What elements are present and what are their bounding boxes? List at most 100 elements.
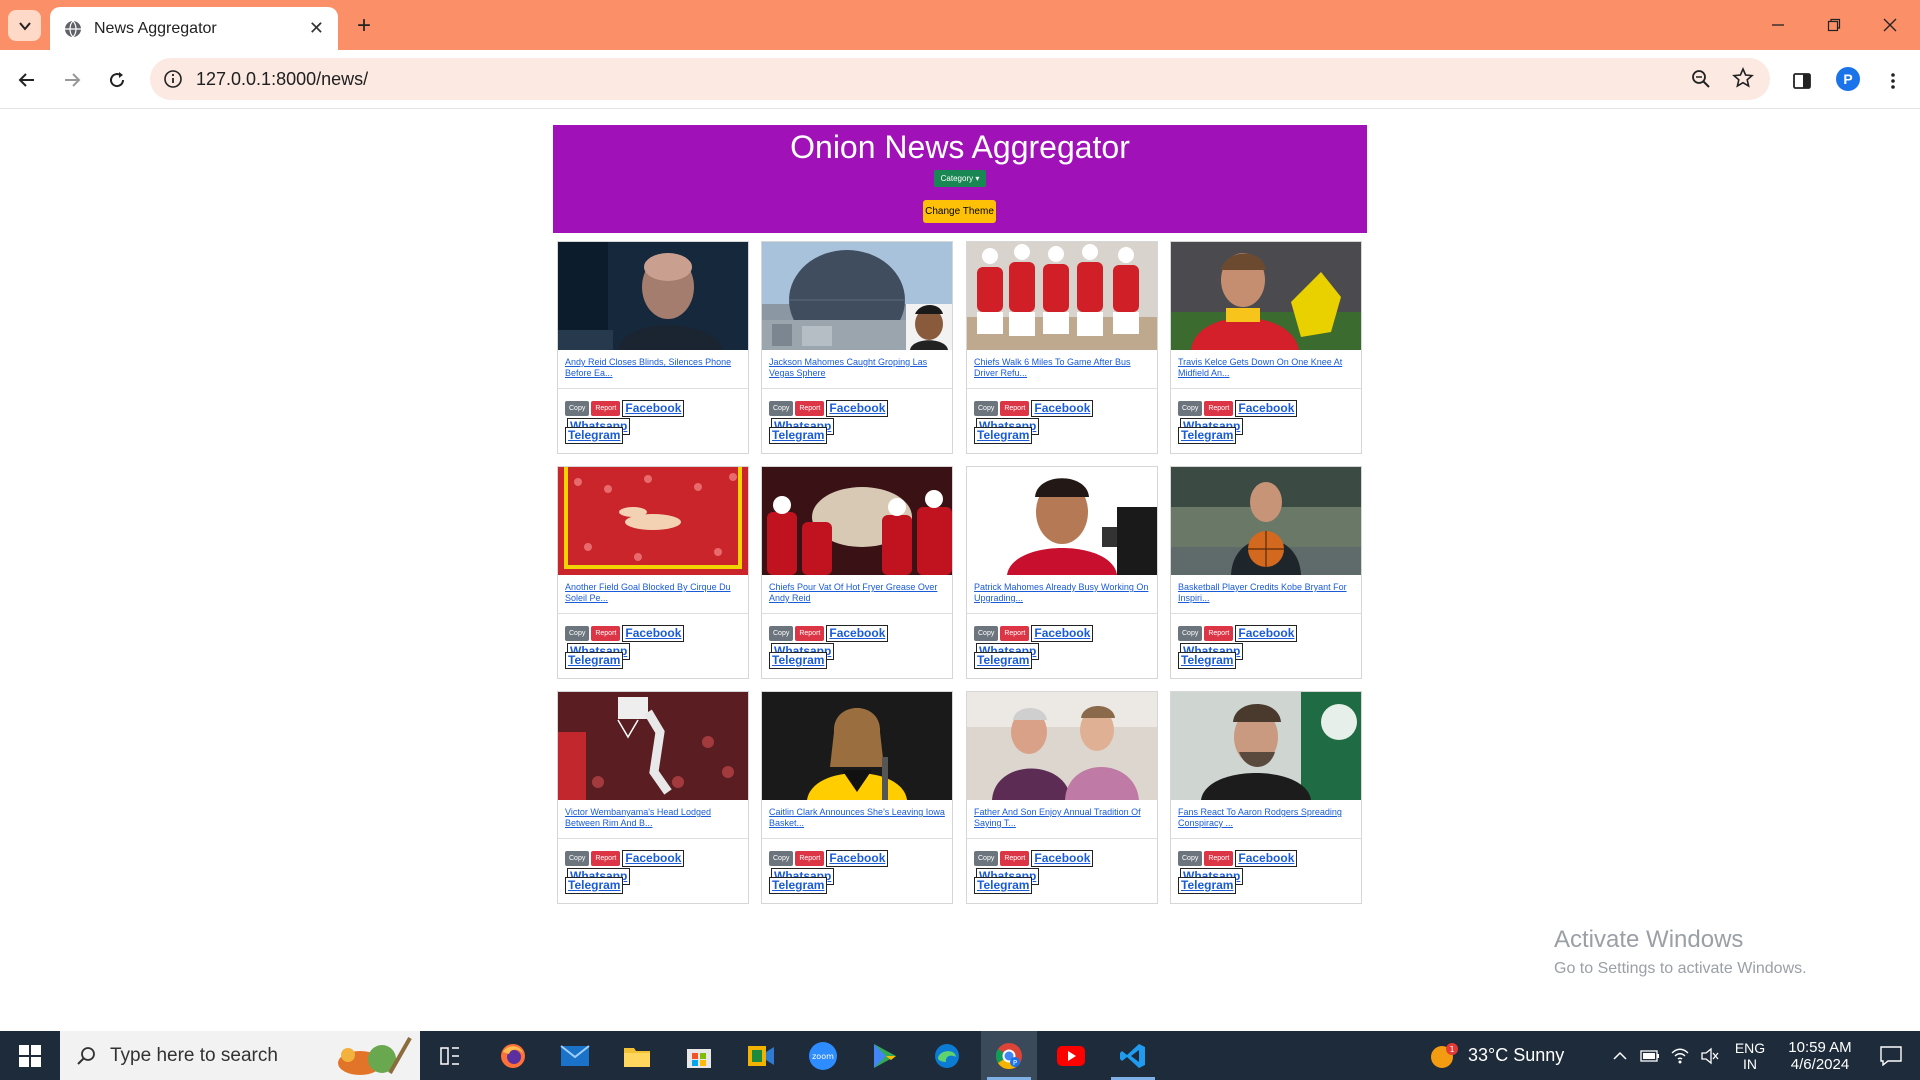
file-explorer-taskbar-button[interactable] (609, 1031, 665, 1080)
store-taskbar-button[interactable] (671, 1031, 727, 1080)
news-image[interactable] (967, 467, 1157, 575)
address-bar[interactable]: 127.0.0.1:8000/news/ (150, 58, 1770, 100)
telegram-share-link[interactable]: Telegram (565, 652, 624, 669)
volume-button[interactable] (1695, 1031, 1725, 1080)
facebook-share-link[interactable]: Facebook (1031, 625, 1094, 643)
meet-taskbar-button[interactable] (733, 1031, 789, 1080)
telegram-share-link[interactable]: Telegram (565, 427, 624, 444)
side-panel-button[interactable] (1789, 68, 1815, 94)
facebook-share-link[interactable]: Facebook (1031, 400, 1094, 418)
profile-avatar[interactable]: P (1836, 67, 1860, 91)
mail-taskbar-button[interactable] (547, 1031, 603, 1080)
facebook-share-link[interactable]: Facebook (622, 400, 685, 418)
report-button[interactable]: Report (1204, 626, 1234, 642)
play-store-taskbar-button[interactable] (857, 1031, 913, 1080)
facebook-share-link[interactable]: Facebook (826, 625, 889, 643)
news-headline-link[interactable]: Caitlin Clark Announces She's Leaving Io… (769, 807, 947, 829)
news-image[interactable] (558, 467, 748, 575)
news-image[interactable] (1171, 467, 1361, 575)
telegram-share-link[interactable]: Telegram (974, 877, 1033, 894)
news-headline-link[interactable]: Another Field Goal Blocked By Cirque Du … (565, 582, 743, 604)
facebook-share-link[interactable]: Facebook (1235, 400, 1298, 418)
report-button[interactable]: Report (1204, 851, 1234, 867)
copy-button[interactable]: Copy (565, 626, 590, 642)
news-image[interactable] (1171, 692, 1361, 800)
copy-button[interactable]: Copy (565, 401, 590, 417)
news-headline-link[interactable]: Chiefs Pour Vat Of Hot Fryer Grease Over… (769, 582, 947, 604)
news-image[interactable] (762, 692, 952, 800)
report-button[interactable]: Report (795, 851, 825, 867)
change-theme-button[interactable]: Change Theme (923, 200, 996, 223)
facebook-share-link[interactable]: Facebook (1031, 850, 1094, 868)
notifications-button[interactable] (1868, 1031, 1914, 1080)
firefox-taskbar-button[interactable] (485, 1031, 541, 1080)
news-headline-link[interactable]: Patrick Mahomes Already Busy Working On … (974, 582, 1152, 604)
bookmark-star-icon[interactable] (1732, 67, 1754, 89)
taskbar-search-box[interactable]: Type here to search (60, 1031, 420, 1080)
news-headline-link[interactable]: Victor Wembanyama's Head Lodged Between … (565, 807, 743, 829)
copy-button[interactable]: Copy (769, 626, 794, 642)
tray-overflow-button[interactable] (1605, 1031, 1635, 1080)
copy-button[interactable]: Copy (1178, 851, 1203, 867)
report-button[interactable]: Report (1000, 851, 1030, 867)
news-image[interactable] (558, 242, 748, 350)
news-headline-link[interactable]: Fans React To Aaron Rodgers Spreading Co… (1178, 807, 1356, 829)
facebook-share-link[interactable]: Facebook (622, 850, 685, 868)
new-tab-button[interactable]: + (350, 12, 378, 40)
category-dropdown-button[interactable]: Category ▾ (934, 170, 986, 187)
report-button[interactable]: Report (1000, 401, 1030, 417)
report-button[interactable]: Report (1204, 401, 1234, 417)
telegram-share-link[interactable]: Telegram (974, 652, 1033, 669)
restore-button[interactable] (1806, 0, 1862, 50)
zoom-taskbar-button[interactable]: zoom (795, 1031, 851, 1080)
tab-close-icon[interactable]: ✕ (309, 18, 324, 39)
facebook-share-link[interactable]: Facebook (826, 400, 889, 418)
weather-widget[interactable]: 1 33°C Sunny (1430, 1031, 1630, 1080)
task-view-button[interactable] (422, 1031, 478, 1080)
news-image[interactable] (558, 692, 748, 800)
battery-button[interactable] (1635, 1031, 1665, 1080)
telegram-share-link[interactable]: Telegram (769, 877, 828, 894)
facebook-share-link[interactable]: Facebook (622, 625, 685, 643)
copy-button[interactable]: Copy (1178, 401, 1203, 417)
report-button[interactable]: Report (591, 851, 621, 867)
zoom-icon[interactable] (1690, 68, 1712, 90)
news-image[interactable] (1171, 242, 1361, 350)
report-button[interactable]: Report (591, 401, 621, 417)
reload-button[interactable] (102, 65, 132, 95)
telegram-share-link[interactable]: Telegram (769, 652, 828, 669)
copy-button[interactable]: Copy (1178, 626, 1203, 642)
news-headline-link[interactable]: Andy Reid Closes Blinds, Silences Phone … (565, 357, 743, 379)
copy-button[interactable]: Copy (974, 401, 999, 417)
report-button[interactable]: Report (795, 401, 825, 417)
browser-tab[interactable]: News Aggregator ✕ (50, 7, 338, 50)
network-button[interactable] (1665, 1031, 1695, 1080)
vscode-taskbar-button[interactable] (1105, 1031, 1161, 1080)
copy-button[interactable]: Copy (769, 401, 794, 417)
clock[interactable]: 10:59 AM 4/6/2024 (1775, 1031, 1865, 1080)
news-image[interactable] (762, 467, 952, 575)
copy-button[interactable]: Copy (974, 851, 999, 867)
facebook-share-link[interactable]: Facebook (826, 850, 889, 868)
news-image[interactable] (762, 242, 952, 350)
copy-button[interactable]: Copy (974, 626, 999, 642)
tab-search-button[interactable] (8, 10, 41, 41)
news-headline-link[interactable]: Father And Son Enjoy Annual Tradition Of… (974, 807, 1152, 829)
youtube-taskbar-button[interactable] (1043, 1031, 1099, 1080)
news-headline-link[interactable]: Travis Kelce Gets Down On One Knee At Mi… (1178, 357, 1356, 379)
telegram-share-link[interactable]: Telegram (769, 427, 828, 444)
copy-button[interactable]: Copy (769, 851, 794, 867)
info-icon[interactable] (162, 68, 184, 90)
chrome-taskbar-button[interactable]: P (981, 1031, 1037, 1080)
news-image[interactable] (967, 692, 1157, 800)
language-indicator[interactable]: ENG IN (1730, 1031, 1770, 1080)
news-image[interactable] (967, 242, 1157, 350)
telegram-share-link[interactable]: Telegram (565, 877, 624, 894)
browser-menu-button[interactable] (1880, 68, 1906, 94)
copy-button[interactable]: Copy (565, 851, 590, 867)
close-window-button[interactable] (1862, 0, 1918, 50)
start-button[interactable] (2, 1031, 58, 1080)
back-button[interactable] (12, 65, 42, 95)
telegram-share-link[interactable]: Telegram (1178, 877, 1237, 894)
news-headline-link[interactable]: Chiefs Walk 6 Miles To Game After Bus Dr… (974, 357, 1152, 379)
